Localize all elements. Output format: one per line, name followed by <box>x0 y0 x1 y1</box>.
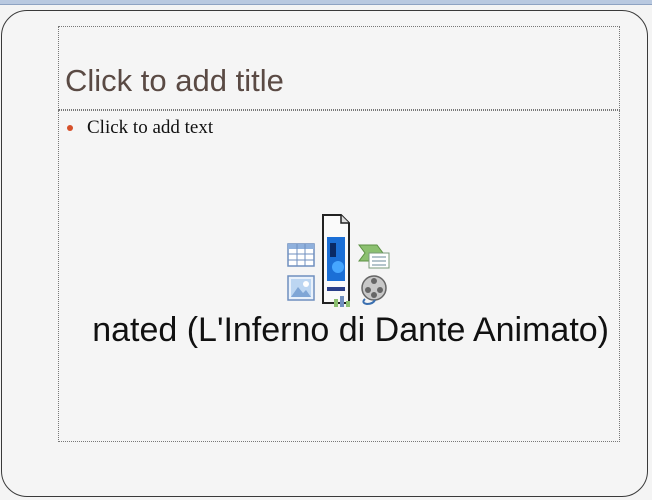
title-placeholder-text: Click to add title <box>65 63 284 98</box>
insert-video-icon[interactable] <box>359 275 391 306</box>
content-placeholder[interactable]: Click to add text nated (L'Inferno di Da… <box>58 110 620 442</box>
embedded-video-title: nated (L'Inferno di Dante Animato) <box>92 311 609 349</box>
bullet-icon <box>67 125 73 131</box>
insert-content-icons <box>285 213 395 311</box>
insert-picture-icon[interactable] <box>287 275 315 301</box>
window-top-strip <box>0 0 652 5</box>
insert-media-clip-icon[interactable] <box>321 213 351 305</box>
bullet-line: Click to add text <box>67 117 213 139</box>
insert-table-icon[interactable] <box>287 243 315 267</box>
title-placeholder[interactable]: Click to add title <box>58 26 620 110</box>
content-placeholder-text: Click to add text <box>87 117 214 138</box>
slide-canvas[interactable]: Click to add title Click to add text nat… <box>1 10 648 497</box>
insert-smartart-icon[interactable] <box>357 243 391 269</box>
insert-chart-icon[interactable] <box>333 293 351 307</box>
